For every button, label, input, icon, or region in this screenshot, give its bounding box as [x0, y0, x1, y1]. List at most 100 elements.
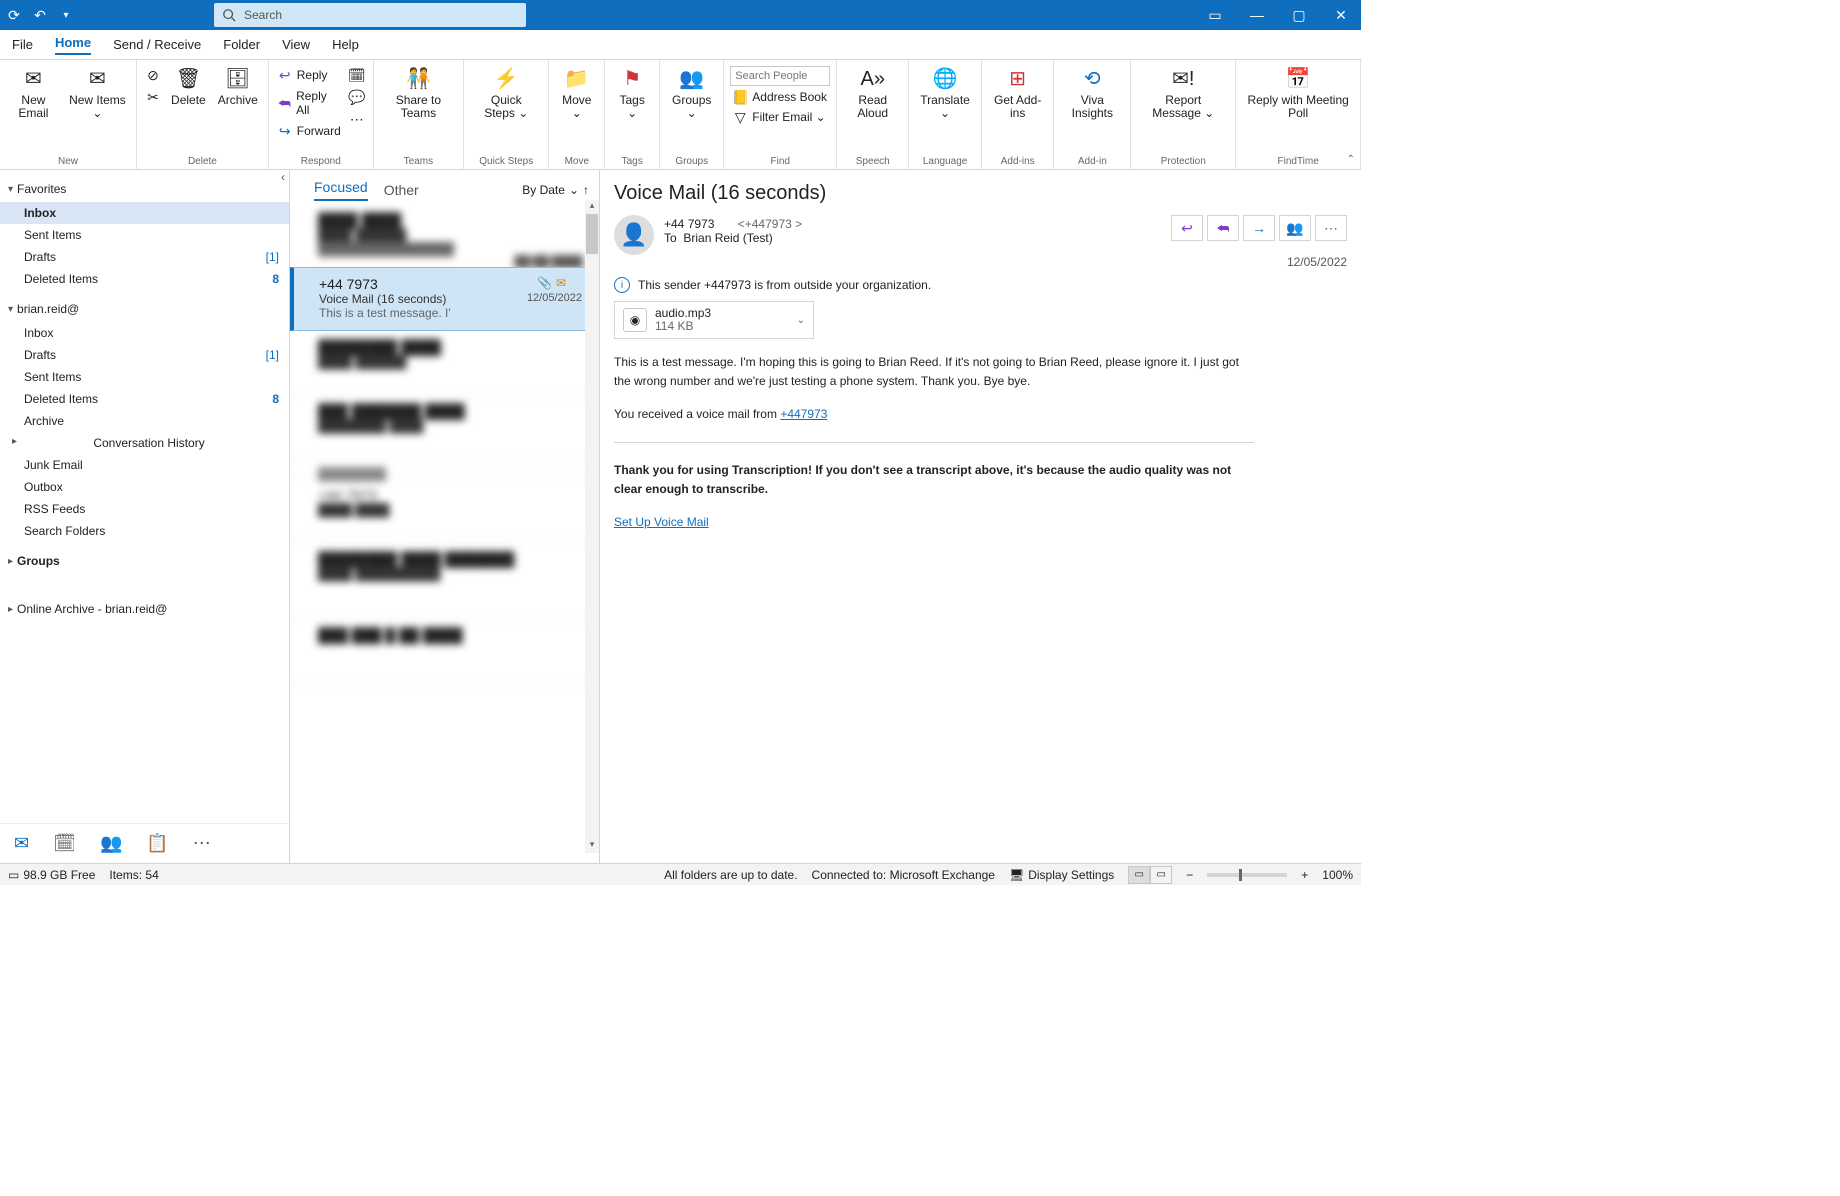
get-addins-button[interactable]: ⊞Get Add-ins: [988, 64, 1047, 122]
folder-item[interactable]: Archive: [0, 410, 289, 432]
ribbon-group-find: 📒Address Book ▽Filter Email ⌄ Find: [724, 60, 837, 169]
move-button[interactable]: 📁Move ⌄: [555, 64, 598, 122]
list-item[interactable]: ████████ ████ ███████████ ██████████: [290, 543, 599, 619]
folder-item[interactable]: Inbox: [0, 202, 289, 224]
folder-item[interactable]: Sent Items: [0, 366, 289, 388]
sort-button[interactable]: By Date ⌄ ↑: [522, 183, 589, 197]
view-reading-icon[interactable]: ▭: [1150, 866, 1172, 884]
list-scrollbar[interactable]: ▴ ▾: [585, 200, 599, 853]
display-settings-button[interactable]: 🖥 Display Settings: [1009, 868, 1114, 882]
setup-voicemail-link[interactable]: Set Up Voice Mail: [614, 515, 709, 529]
folder-item[interactable]: RSS Feeds: [0, 498, 289, 520]
items-status: Items: 54: [109, 868, 158, 882]
folder-item[interactable]: Drafts[1]: [0, 246, 289, 268]
more-actions-icon[interactable]: ⋯: [1315, 215, 1347, 241]
menu-file[interactable]: File: [12, 37, 33, 52]
scroll-thumb[interactable]: [586, 214, 598, 254]
meeting-poll-button[interactable]: 📅Reply with Meeting Poll: [1242, 64, 1354, 122]
minimize-icon[interactable]: —: [1243, 1, 1271, 29]
chevron-down-icon[interactable]: ⌄: [797, 315, 805, 326]
tasks-switch-icon[interactable]: 📋: [146, 833, 168, 854]
tab-other[interactable]: Other: [384, 182, 419, 198]
folder-item[interactable]: Inbox: [0, 322, 289, 344]
folder-item[interactable]: ▸Conversation History: [0, 432, 289, 454]
calendar-switch-icon[interactable]: 🗓: [53, 833, 76, 854]
reply-icon[interactable]: ↩: [1171, 215, 1203, 241]
quick-steps-button[interactable]: ⚡Quick Steps ⌄: [470, 64, 542, 122]
ignore-button[interactable]: ⊘: [143, 66, 163, 84]
folder-item[interactable]: Search Folders: [0, 520, 289, 542]
scroll-up-icon[interactable]: ▴: [590, 200, 595, 214]
forward-button[interactable]: ↪Forward: [275, 122, 343, 140]
reply-all-icon[interactable]: ⮪: [1207, 215, 1239, 241]
folder-item[interactable]: Sent Items: [0, 224, 289, 246]
read-aloud-button[interactable]: A»Read Aloud: [843, 64, 902, 122]
more-switch-icon[interactable]: ⋯: [193, 833, 211, 854]
folder-item[interactable]: Drafts[1]: [0, 344, 289, 366]
menu-help[interactable]: Help: [332, 37, 359, 52]
list-item[interactable]: +44 7973████ ████: [290, 479, 599, 543]
sync-icon[interactable]: ⟳: [6, 7, 22, 23]
scroll-down-icon[interactable]: ▾: [590, 839, 595, 853]
folder-item[interactable]: Outbox: [0, 476, 289, 498]
online-archive-section[interactable]: ▸Online Archive - brian.reid@: [0, 596, 289, 622]
view-normal-icon[interactable]: ▭: [1128, 866, 1150, 884]
menu-view[interactable]: View: [282, 37, 310, 52]
tags-button[interactable]: ⚑Tags ⌄: [611, 64, 653, 122]
folder-item[interactable]: Junk Email: [0, 454, 289, 476]
archive-button[interactable]: 🗄Archive: [214, 64, 262, 109]
zoom-out-icon[interactable]: −: [1186, 868, 1193, 882]
folder-item[interactable]: Deleted Items8: [0, 388, 289, 410]
folder-item[interactable]: Deleted Items8: [0, 268, 289, 290]
new-email-button[interactable]: ✉New Email: [6, 64, 61, 122]
teams-action-icon[interactable]: 👥: [1279, 215, 1311, 241]
new-items-button[interactable]: ✉New Items ⌄: [65, 64, 130, 122]
list-item[interactable]: ████████ ████████ ██████: [290, 331, 599, 395]
tab-focused[interactable]: Focused: [314, 179, 368, 201]
people-switch-icon[interactable]: 👥: [100, 833, 122, 854]
list-item-selected[interactable]: 📎✉ +44 7973 Voice Mail (16 seconds)12/05…: [290, 267, 599, 331]
mail-switch-icon[interactable]: ✉: [14, 833, 29, 854]
meeting-button[interactable]: 🗓: [347, 66, 367, 84]
list-item[interactable]: ████ ████████ ██████████████████████ ██/…: [290, 204, 599, 267]
im-button[interactable]: 💬: [347, 88, 367, 106]
ribbon-group-findtime: 📅Reply with Meeting Poll FindTime: [1236, 60, 1361, 169]
undo-icon[interactable]: ↶: [32, 7, 48, 23]
more-respond-button[interactable]: ⋯: [347, 110, 367, 128]
groups-button[interactable]: 👥Groups ⌄: [666, 64, 717, 122]
attachment[interactable]: ◉ audio.mp3114 KB ⌄: [614, 301, 814, 339]
maximize-icon[interactable]: ▢: [1285, 1, 1313, 29]
menu-folder[interactable]: Folder: [223, 37, 260, 52]
list-item[interactable]: ███ ███████ ████████████ ████: [290, 395, 599, 459]
search-people-input[interactable]: [730, 66, 830, 86]
menu-home[interactable]: Home: [55, 35, 91, 55]
delete-button[interactable]: 🗑Delete: [167, 64, 210, 109]
translate-button[interactable]: 🌐Translate ⌄: [915, 64, 975, 122]
zoom-slider[interactable]: [1207, 873, 1287, 877]
quick-access-dropdown-icon[interactable]: ▾: [58, 7, 74, 23]
report-message-button[interactable]: ✉!Report Message ⌄: [1137, 64, 1229, 122]
share-teams-button[interactable]: 🧑‍🤝‍🧑Share to Teams: [380, 64, 457, 122]
reply-all-button[interactable]: ⮪Reply All: [275, 88, 343, 118]
list-item[interactable]: ███ ███ █ ██ ████: [290, 619, 599, 683]
junk-button[interactable]: ✂: [143, 88, 163, 106]
more-icon: ⋯: [349, 111, 365, 127]
viva-insights-button[interactable]: ⟲Viva Insights: [1060, 64, 1124, 122]
ribbon-display-icon[interactable]: ▭: [1201, 1, 1229, 29]
list-item[interactable]: ████████: [290, 459, 599, 479]
phone-link[interactable]: +447973: [780, 407, 827, 421]
collapse-ribbon-icon[interactable]: ⌃: [1347, 154, 1355, 165]
nav-collapse-icon[interactable]: ‹: [281, 170, 285, 184]
menu-send-receive[interactable]: Send / Receive: [113, 37, 201, 52]
reply-button[interactable]: ↩Reply: [275, 66, 343, 84]
address-book-button[interactable]: 📒Address Book: [730, 88, 830, 106]
account-section[interactable]: ▾brian.reid@: [0, 296, 289, 322]
filter-email-button[interactable]: ▽Filter Email ⌄: [730, 108, 830, 126]
close-icon[interactable]: ✕: [1327, 1, 1355, 29]
zoom-in-icon[interactable]: +: [1301, 868, 1308, 882]
search-box[interactable]: Search: [214, 3, 526, 27]
favorites-section[interactable]: ▾Favorites: [0, 176, 289, 202]
message-list[interactable]: ████ ████████ ██████████████████████ ██/…: [290, 204, 599, 863]
forward-icon[interactable]: →: [1243, 215, 1275, 241]
groups-section[interactable]: ▸Groups: [0, 548, 289, 574]
